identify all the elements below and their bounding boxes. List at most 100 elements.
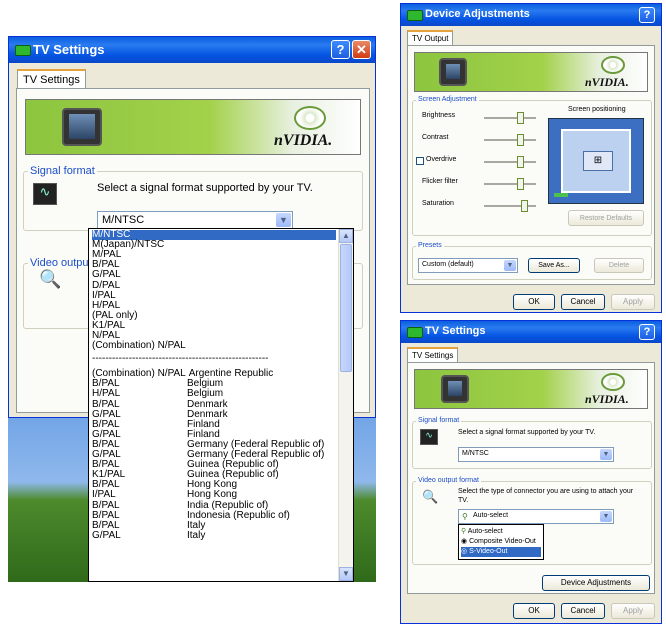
dropdown-option[interactable]: (Combination) N/PAL <box>92 341 332 351</box>
slider-label: Flicker filter <box>422 178 458 185</box>
signal-format-value: M/NTSC <box>462 450 489 457</box>
dropdown-separator: ----------------------------------------… <box>92 354 269 365</box>
scroll-thumb[interactable] <box>340 244 352 372</box>
cancel-button[interactable]: Cancel <box>561 294 605 310</box>
composite-connector-icon: ◉ <box>461 538 470 545</box>
window-title: Device Adjustments <box>425 8 530 20</box>
option-composite-video-out[interactable]: ◉ Composite Video-Out <box>461 537 541 547</box>
ok-button[interactable]: OK <box>513 603 555 619</box>
slider-track[interactable] <box>484 205 536 207</box>
dropdown-country-option[interactable]: B/PAL Indonesia (Republic of) <box>92 510 336 521</box>
video-output-label: Video output format <box>416 477 481 484</box>
apply-button[interactable]: Apply <box>611 603 655 619</box>
window-title: TV Settings <box>425 325 486 337</box>
nvidia-wordmark: nVIDIA. <box>585 75 629 89</box>
dropdown-option[interactable]: I/PAL <box>92 290 332 301</box>
dropdown-option[interactable]: M(Japan)/NTSC <box>92 240 332 250</box>
slider-thumb[interactable] <box>521 200 528 212</box>
option-format: G/PAL <box>92 529 121 541</box>
tv-settings-window-2: TV Settings ? TV Settings nVIDIA. Signal… <box>400 320 662 624</box>
signal-wave-icon: ∿ <box>420 429 438 445</box>
slider-track[interactable] <box>484 161 536 163</box>
chevron-down-icon[interactable]: ▼ <box>600 449 612 460</box>
dropdown-option[interactable]: M/PAL <box>92 250 332 260</box>
title-bar[interactable]: TV Settings ? ✕ <box>9 37 375 63</box>
scroll-down-arrow-icon[interactable]: ▼ <box>339 567 353 581</box>
video-instruction: Select the type of connector you are usi… <box>458 488 634 504</box>
tv-icon <box>441 375 469 403</box>
nvidia-wordmark: nVIDIA. <box>274 132 333 149</box>
option-s-video-out[interactable]: ◎ S-Video-Out <box>461 547 541 557</box>
scroll-up-arrow-icon[interactable]: ▲ <box>339 229 353 243</box>
window-title: TV Settings <box>33 42 105 57</box>
dropdown-option[interactable]: D/PAL <box>92 280 332 291</box>
video-output-label: Video output <box>28 257 94 269</box>
preset-select[interactable]: Custom (default) ▼ <box>418 258 518 273</box>
tab-tv-settings[interactable]: TV Settings <box>17 69 86 89</box>
slider-label: Contrast <box>422 134 449 141</box>
slider-track[interactable] <box>484 139 536 141</box>
restore-defaults-button[interactable]: Restore Defaults <box>568 210 644 226</box>
tv-icon <box>62 108 102 146</box>
screen-positioning-label: Screen positioning <box>568 106 626 113</box>
dropdown-option[interactable]: B/PAL <box>92 260 332 270</box>
slider-thumb[interactable] <box>517 112 524 124</box>
help-button[interactable]: ? <box>639 7 655 23</box>
signal-format-select[interactable]: M/NTSC ▼ <box>97 211 293 229</box>
signal-format-label: Signal format <box>416 417 462 424</box>
chevron-down-icon[interactable]: ▼ <box>276 213 291 227</box>
title-bar[interactable]: Device Adjustments ? <box>401 4 661 26</box>
slider-track[interactable] <box>484 117 536 119</box>
slider-thumb[interactable] <box>517 134 524 146</box>
signal-format-select[interactable]: M/NTSC ▼ <box>458 447 614 462</box>
option-format: H/PAL <box>92 388 121 400</box>
tab-tv-settings[interactable]: TV Settings <box>407 347 459 363</box>
title-bar[interactable]: TV Settings ? <box>401 321 661 343</box>
slider-label: Overdrive <box>426 156 457 163</box>
dropdown-option[interactable]: (PAL only) <box>92 310 332 321</box>
video-output-dropdown-list[interactable]: ⚲ Auto-select ◉ Composite Video-Out ◎ S-… <box>458 524 544 560</box>
video-output-select[interactable]: ⚲ Auto-select ▼ <box>458 509 614 524</box>
signal-format-label: Signal format <box>28 165 97 177</box>
auto-select-icon: ⚲ <box>461 528 468 535</box>
dropdown-option[interactable]: K1/PAL <box>92 320 332 331</box>
slider-label: Saturation <box>422 200 454 207</box>
close-button[interactable]: ✕ <box>352 40 371 59</box>
slider-track[interactable] <box>484 183 536 185</box>
signal-instruction: Select a signal format supported by your… <box>458 429 596 436</box>
dropdown-country-option[interactable]: G/PAL Italy <box>92 529 336 541</box>
slider-thumb[interactable] <box>517 178 524 190</box>
vertical-scrollbar[interactable]: ▲ ▼ <box>338 229 353 581</box>
signal-wave-icon: ∿ <box>33 183 57 205</box>
option-auto-select[interactable]: ⚲ Auto-select <box>461 527 541 537</box>
device-adjustments-button[interactable]: Device Adjustments <box>542 575 650 591</box>
option-format: B/PAL <box>92 398 120 410</box>
dropdown-option[interactable]: G/PAL <box>92 270 332 280</box>
nvidia-wordmark: nVIDIA. <box>585 392 629 406</box>
nvidia-app-icon <box>407 327 423 338</box>
help-button[interactable]: ? <box>331 40 350 59</box>
screen-positioning-control[interactable]: ⊞ <box>548 118 644 204</box>
signal-format-dropdown-list[interactable]: M/NTSC M(Japan)/NTSC M/PAL B/PAL G/PAL D/PAL I… <box>88 228 354 582</box>
tab-tv-output[interactable]: TV Output <box>407 30 454 46</box>
apply-button[interactable]: Apply <box>611 294 655 310</box>
connector-icon: ⚲ <box>462 512 468 521</box>
save-as-button[interactable]: Save As... <box>528 258 580 273</box>
help-button[interactable]: ? <box>639 324 655 340</box>
overdrive-checkbox[interactable] <box>416 157 424 165</box>
slider-label: Brightness <box>422 112 456 119</box>
tv-output-icon <box>439 58 467 86</box>
cancel-button[interactable]: Cancel <box>561 603 605 619</box>
nvidia-app-icon <box>15 45 31 56</box>
s-video-connector-icon: ◎ <box>461 548 470 555</box>
slider-thumb[interactable] <box>517 156 524 168</box>
screen-position-center-icon[interactable]: ⊞ <box>583 151 613 171</box>
nvidia-app-icon <box>407 10 423 21</box>
chevron-down-icon[interactable]: ▼ <box>504 260 516 271</box>
tab-panel: nVIDIA. Signal format ∿ Select a signal … <box>407 362 655 594</box>
delete-button[interactable]: Delete <box>594 258 644 273</box>
ok-button[interactable]: OK <box>513 294 555 310</box>
device-adjustments-window: Device Adjustments ? TV Output nVIDIA. S… <box>400 3 662 313</box>
dropdown-country-option[interactable]: B/PAL Italy <box>92 520 336 531</box>
chevron-down-icon[interactable]: ▼ <box>600 511 612 522</box>
